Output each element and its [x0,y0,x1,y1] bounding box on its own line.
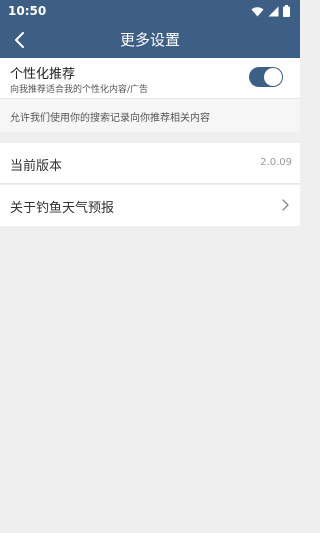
personalization-title: 个性化推荐 [10,67,76,82]
signal-icon [268,6,279,16]
personalization-notice: 允许我们使用你的搜索记录向你推荐相关内容 [0,98,300,132]
toggle-knob [264,68,282,86]
status-bar: 10:50 [0,0,300,22]
personalization-subtitle: 向我推荐适合我的个性化内容/广告 [10,85,149,95]
battery-icon [283,5,290,17]
personalization-toggle[interactable] [249,67,283,87]
notice-text: 允许我们使用你的搜索记录向你推荐相关内容 [10,113,210,124]
chevron-right-icon [282,199,289,211]
status-icons [251,5,290,17]
status-time: 10:50 [8,4,47,18]
page-title: 更多设置 [119,31,180,49]
about-label: 关于钓鱼天气预报 [10,201,115,216]
about-row[interactable]: 关于钓鱼天气预报 [0,185,300,226]
version-label: 当前版本 [10,159,63,174]
app-bar: 更多设置 [0,22,300,58]
wifi-icon [251,6,264,16]
version-value: 2.0.09 [260,157,292,168]
version-row: 当前版本 2.0.09 [0,143,300,184]
